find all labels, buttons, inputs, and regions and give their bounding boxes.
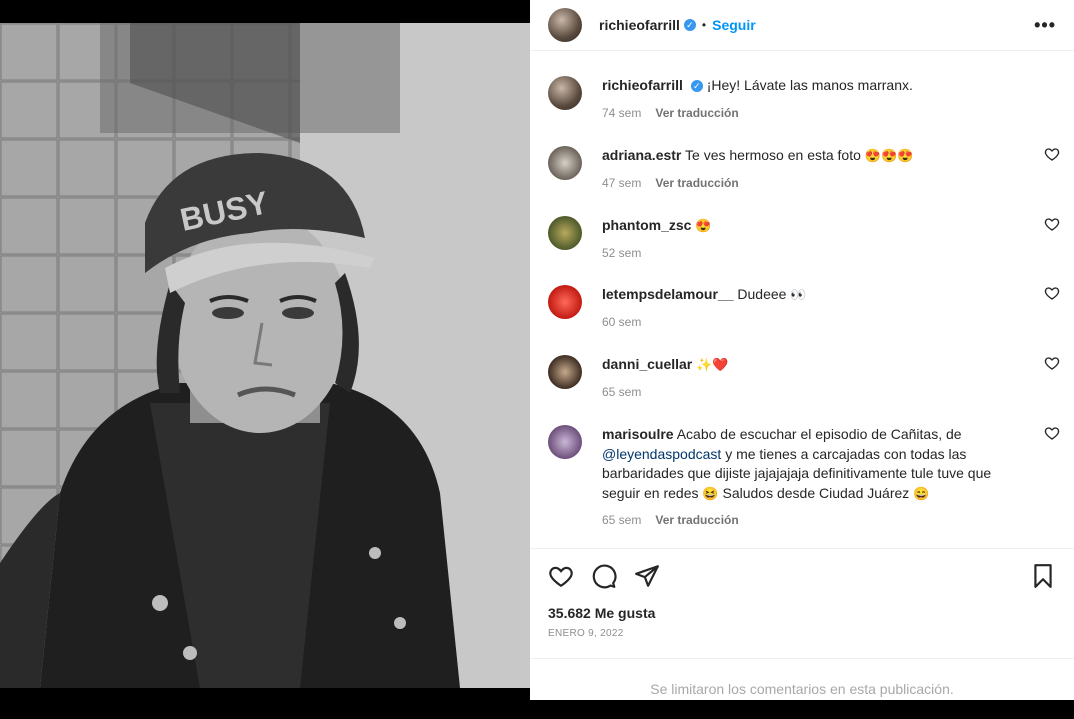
heart-icon[interactable] [1044, 425, 1060, 441]
heart-icon[interactable] [1044, 285, 1060, 301]
heart-icon[interactable] [1044, 146, 1060, 162]
avatar[interactable] [548, 76, 582, 110]
comment-time: 52 sem [602, 245, 642, 260]
caption-username[interactable]: richieofarrill [602, 77, 683, 93]
more-icon[interactable]: ••• [1034, 15, 1056, 36]
separator-dot: • [701, 18, 707, 32]
comment-text: Dudeee [737, 286, 787, 302]
comment-username[interactable]: letempsdelamour__ [602, 286, 734, 302]
photo-illustration: BUSY [0, 23, 530, 688]
comment-emoji: 😄 [913, 485, 930, 501]
avatar[interactable] [548, 146, 582, 180]
heart-icon[interactable] [1044, 355, 1060, 371]
comment-emoji: 😆 [702, 485, 719, 501]
translate-link[interactable]: Ver traducción [655, 513, 738, 527]
comment-time: 65 sem [602, 384, 642, 399]
follow-button[interactable]: Seguir [712, 17, 756, 33]
bookmark-icon[interactable] [1030, 563, 1056, 589]
username[interactable]: richieofarrill [599, 17, 680, 33]
avatar[interactable] [548, 285, 582, 319]
translate-link[interactable]: Ver traducción [655, 106, 738, 120]
comment-text: Te ves hermoso en esta foto [685, 147, 861, 163]
verified-icon: ✓ [683, 19, 696, 31]
likes-count[interactable]: 35.682 Me gusta [548, 605, 655, 621]
share-icon[interactable] [634, 563, 660, 589]
avatar[interactable] [548, 8, 582, 42]
post-panel: richieofarrill ✓ • Seguir ••• richieofar… [530, 0, 1074, 700]
post-photo: BUSY [0, 23, 530, 688]
mention-link[interactable]: @leyendaspodcast [602, 446, 721, 462]
caption-text: ¡Hey! Lávate las manos marranx. [706, 77, 913, 93]
comment-text: Saludos desde Ciudad Juárez [722, 484, 910, 501]
avatar[interactable] [548, 216, 582, 250]
comments-limited-notice: Se limitaron los comentarios en esta pub… [530, 658, 1074, 701]
comments-list: richieofarrill ✓ ¡Hey! Lávate las manos … [530, 58, 1074, 544]
post-date: ENERO 9, 2022 [548, 628, 624, 639]
post-header: richieofarrill ✓ • Seguir ••• [530, 0, 1074, 51]
comment-username[interactable]: adriana.estr [602, 147, 681, 163]
comment-emoji: 😍😍😍 [864, 148, 914, 163]
comment-emoji: ✨❤️ [696, 357, 729, 372]
comment-username[interactable]: marisoulre [602, 426, 674, 442]
heart-icon[interactable] [548, 563, 574, 589]
comment-time: 60 sem [602, 314, 642, 329]
verified-icon: ✓ [690, 80, 703, 92]
avatar[interactable] [548, 355, 582, 389]
action-bar [530, 548, 1074, 609]
heart-icon[interactable] [1044, 216, 1060, 232]
comment-icon[interactable] [591, 563, 617, 589]
translate-link[interactable]: Ver traducción [655, 176, 738, 190]
comment-time: 47 sem [602, 175, 642, 190]
comment-username[interactable]: phantom_zsc [602, 217, 691, 233]
comment-time: 65 sem [602, 513, 642, 527]
comment-emoji: 😍 [695, 218, 712, 233]
comment-text: Acabo de escuchar el episodio de Cañitas… [676, 426, 962, 442]
comment-username[interactable]: danni_cuellar [602, 356, 692, 372]
avatar[interactable] [548, 425, 582, 459]
caption-time: 74 sem [602, 105, 642, 120]
comment-emoji: 👀 [790, 287, 807, 302]
